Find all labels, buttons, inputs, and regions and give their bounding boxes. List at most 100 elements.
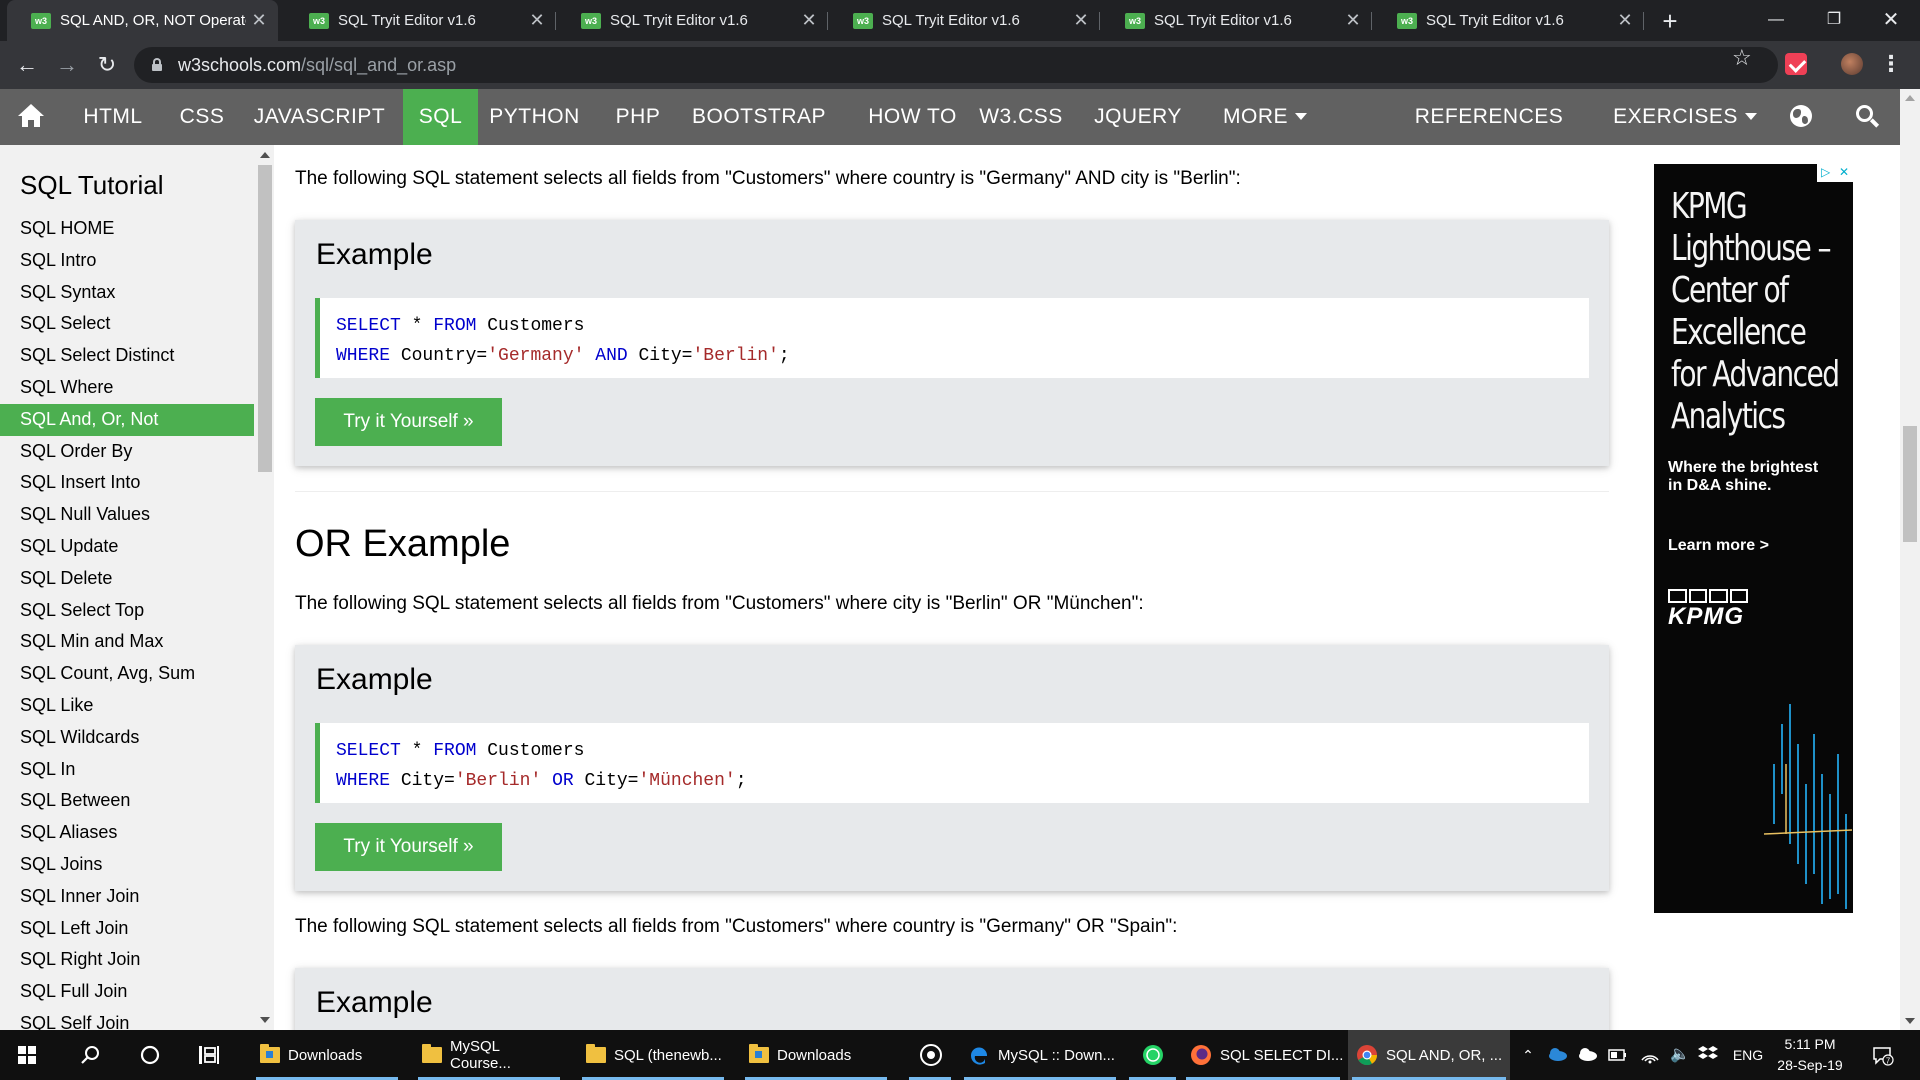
wifi-icon[interactable] (1640, 1046, 1660, 1064)
sidebar-item-sql-update[interactable]: SQL Update (0, 531, 254, 563)
sidebar-item-sql-inner-join[interactable]: SQL Inner Join (0, 881, 254, 913)
nav-sql[interactable]: SQL (403, 89, 478, 145)
nav-css[interactable]: CSS (172, 89, 232, 145)
close-tab-icon[interactable]: ✕ (1612, 10, 1638, 31)
profile-avatar[interactable] (1841, 53, 1863, 75)
nav-w3-css[interactable]: W3.CSS (977, 89, 1065, 145)
scroll-down-arrow-icon[interactable] (260, 1017, 270, 1023)
sidebar-item-sql-home[interactable]: SQL HOME (0, 213, 254, 245)
sidebar-item-sql-order-by[interactable]: SQL Order By (0, 436, 254, 468)
ad-learn-more-link[interactable]: Learn more > (1668, 537, 1769, 555)
close-window-button[interactable]: ✕ (1862, 0, 1920, 41)
nav-html[interactable]: HTML (68, 89, 158, 145)
browser-tab[interactable]: w3 SQL Tryit Editor v1.6 ✕ (829, 0, 1100, 41)
close-tab-icon[interactable]: ✕ (1340, 10, 1366, 31)
sidebar-item-sql-right-join[interactable]: SQL Right Join (0, 944, 254, 976)
windows-start-icon[interactable] (18, 1046, 36, 1064)
nav-bootstrap[interactable]: BOOTSTRAP (684, 89, 834, 145)
sidebar-item-sql-and-or-not[interactable]: SQL And, Or, Not (0, 403, 254, 436)
action-center-button[interactable]: 7 (1862, 1030, 1902, 1080)
scroll-up-arrow-icon[interactable] (1905, 95, 1915, 101)
search-icon[interactable] (80, 1045, 100, 1065)
sidebar-item-sql-select-top[interactable]: SQL Select Top (0, 595, 254, 627)
url-text[interactable]: w3schools.com/sql/sql_and_or.asp (178, 55, 456, 76)
sidebar-item-sql-syntax[interactable]: SQL Syntax (0, 277, 254, 309)
input-language[interactable]: ENG (1728, 1030, 1768, 1080)
restore-button[interactable]: ❐ (1805, 0, 1863, 41)
show-hidden-icons-chevron-icon[interactable]: ⌃ (1518, 1030, 1538, 1080)
sidebar-item-sql-wildcards[interactable]: SQL Wildcards (0, 722, 254, 754)
clock[interactable]: 5:11 PM 28-Sep-19 (1772, 1034, 1848, 1076)
nav-jquery[interactable]: JQUERY (1083, 89, 1193, 145)
scroll-down-arrow-icon[interactable] (1905, 1018, 1915, 1024)
sidebar-item-sql-count-avg-sum[interactable]: SQL Count, Avg, Sum (0, 658, 254, 690)
ad-close-icon[interactable]: ✕ (1839, 165, 1849, 179)
sidebar-item-sql-min-and-max[interactable]: SQL Min and Max (0, 626, 254, 658)
try-it-yourself-button[interactable]: Try it Yourself » (315, 823, 502, 871)
globe-icon[interactable] (1790, 105, 1812, 127)
search-icon[interactable] (1856, 105, 1880, 129)
nav-more[interactable]: MORE (1215, 89, 1315, 145)
battery-icon[interactable] (1608, 1047, 1628, 1063)
taskbar-app[interactable]: Downloads (741, 1030, 891, 1080)
sidebar-scrollbar[interactable] (256, 145, 274, 1030)
sidebar-item-sql-in[interactable]: SQL In (0, 754, 254, 786)
sidebar-item-sql-null-values[interactable]: SQL Null Values (0, 499, 254, 531)
sidebar-item-sql-full-join[interactable]: SQL Full Join (0, 976, 254, 1008)
browser-tab[interactable]: w3 SQL Tryit Editor v1.6 ✕ (1373, 0, 1644, 41)
page-scrollbar[interactable] (1900, 89, 1920, 1030)
close-tab-icon[interactable]: ✕ (1068, 10, 1094, 31)
taskbar-app[interactable]: SQL SELECT DI... (1182, 1030, 1344, 1080)
kpmg-advertisement[interactable]: ▷ ✕ KPMG Lighthouse – Center of Excellence f… (1654, 164, 1853, 913)
taskbar-app[interactable]: MySQL Course... (414, 1030, 564, 1080)
taskbar-app[interactable]: MySQL :: Down... (960, 1030, 1120, 1080)
nav-how-to[interactable]: HOW TO (850, 89, 975, 145)
taskbar-app[interactable] (905, 1030, 955, 1080)
sidebar-item-sql-intro[interactable]: SQL Intro (0, 245, 254, 277)
back-button[interactable]: ← (10, 48, 44, 82)
taskbar-app[interactable]: Downloads (252, 1030, 402, 1080)
minimize-button[interactable]: — (1747, 0, 1805, 41)
taskbar-app[interactable]: SQL (thenewb... (578, 1030, 728, 1080)
task-view-icon[interactable] (198, 1045, 220, 1065)
try-it-yourself-button[interactable]: Try it Yourself » (315, 398, 502, 446)
sidebar-item-sql-joins[interactable]: SQL Joins (0, 849, 254, 881)
browser-tab[interactable]: w3 SQL Tryit Editor v1.6 ✕ (1101, 0, 1372, 41)
cortana-icon[interactable] (140, 1045, 160, 1065)
ad-info-icon[interactable]: ▷ (1821, 165, 1830, 179)
nav-php[interactable]: PHP (607, 89, 669, 145)
cloud-icon[interactable] (1576, 1047, 1598, 1061)
nav-exercises[interactable]: EXERCISES (1610, 89, 1760, 145)
browser-tab[interactable]: w3 SQL AND, OR, NOT Operator ✕ (7, 0, 278, 41)
sidebar-item-sql-select[interactable]: SQL Select (0, 308, 254, 340)
bookmark-star-icon[interactable]: ☆ (1732, 45, 1752, 71)
sidebar-item-sql-self-join[interactable]: SQL Self Join (0, 1008, 254, 1030)
nav-javascript[interactable]: JAVASCRIPT (247, 89, 392, 145)
nav-python[interactable]: PYTHON (477, 89, 592, 145)
scroll-up-arrow-icon[interactable] (260, 152, 270, 158)
sidebar-item-sql-delete[interactable]: SQL Delete (0, 563, 254, 595)
browser-tab[interactable]: w3 SQL Tryit Editor v1.6 ✕ (557, 0, 828, 41)
taskbar-app[interactable] (1125, 1030, 1180, 1080)
adchoices-badge[interactable]: ▷ ✕ (1817, 164, 1853, 182)
sidebar-item-sql-left-join[interactable]: SQL Left Join (0, 913, 254, 945)
close-tab-icon[interactable]: ✕ (246, 10, 272, 31)
page-scroll-thumb[interactable] (1903, 426, 1917, 542)
sidebar-item-sql-like[interactable]: SQL Like (0, 690, 254, 722)
reload-button[interactable]: ↻ (90, 48, 124, 82)
home-icon[interactable] (18, 104, 44, 128)
close-tab-icon[interactable]: ✕ (796, 10, 822, 31)
sidebar-item-sql-select-distinct[interactable]: SQL Select Distinct (0, 340, 254, 372)
forward-button[interactable]: → (50, 48, 84, 82)
browser-menu-icon[interactable]: ⋮ (1880, 51, 1902, 77)
address-bar[interactable]: w3schools.com/sql/sql_and_or.asp (134, 47, 1778, 83)
browser-tab[interactable]: w3 SQL Tryit Editor v1.6 ✕ (285, 0, 556, 41)
sidebar-item-sql-aliases[interactable]: SQL Aliases (0, 817, 254, 849)
sidebar-scroll-thumb[interactable] (258, 165, 272, 472)
new-tab-button[interactable]: + (1656, 4, 1684, 38)
sidebar-item-sql-where[interactable]: SQL Where (0, 372, 254, 404)
onedrive-icon[interactable] (1546, 1047, 1568, 1061)
sidebar-item-sql-between[interactable]: SQL Between (0, 785, 254, 817)
taskbar-app[interactable]: SQL AND, OR, ... (1348, 1030, 1510, 1080)
sidebar-item-sql-insert-into[interactable]: SQL Insert Into (0, 467, 254, 499)
